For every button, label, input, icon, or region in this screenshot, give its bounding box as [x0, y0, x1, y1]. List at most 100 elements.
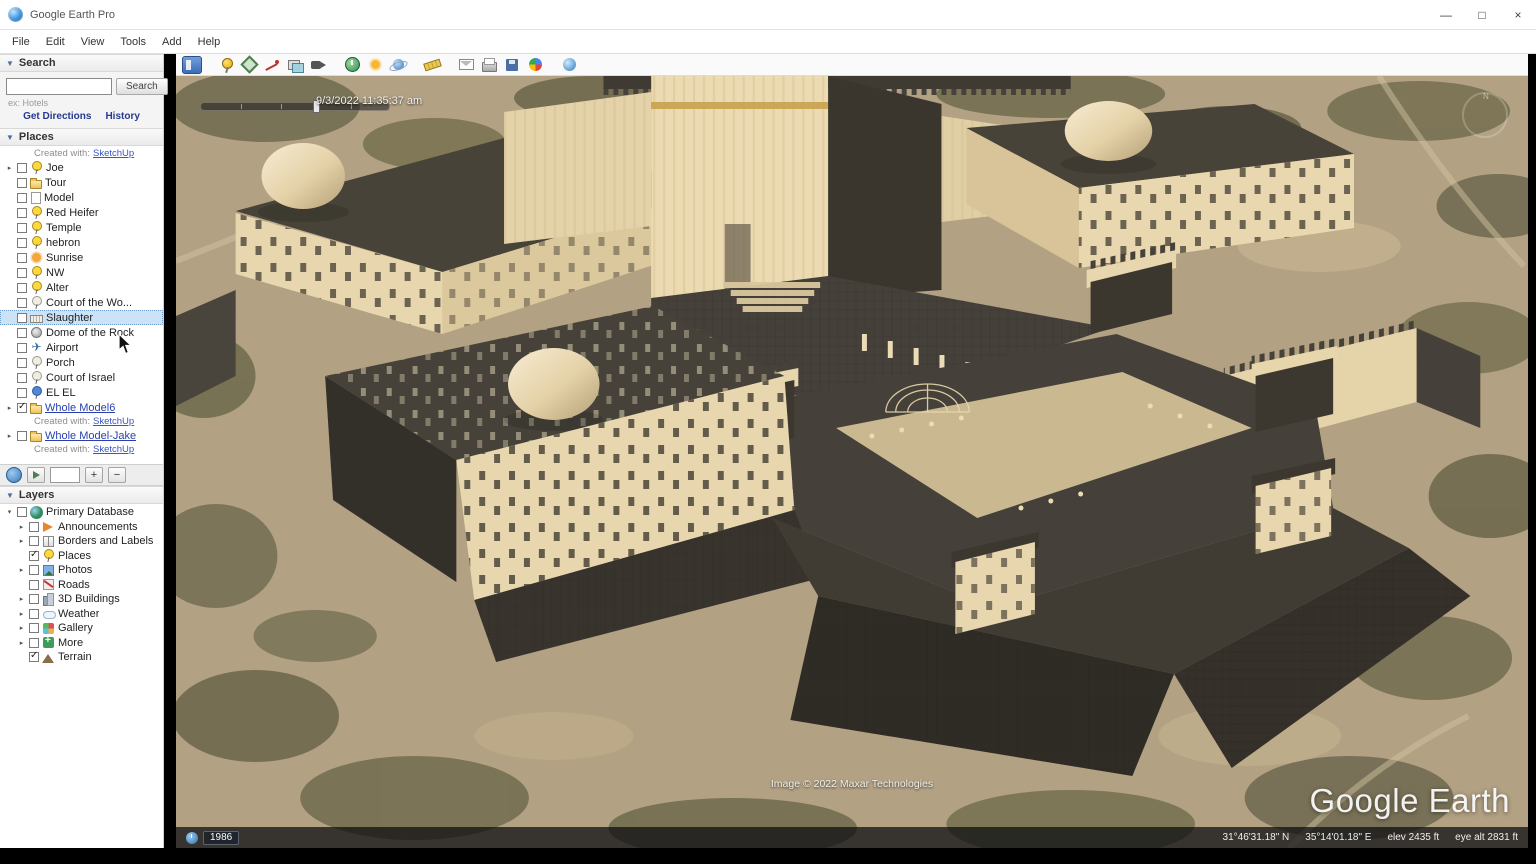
remove-content-button[interactable]: − [108, 467, 126, 483]
expander-arrow[interactable]: ▸ [17, 624, 26, 632]
tree-item-court-of-israel[interactable]: Court of Israel [0, 370, 163, 385]
item-label[interactable]: Dome of the Rock [46, 327, 134, 339]
visibility-checkbox[interactable] [17, 313, 27, 323]
places-panel-header[interactable]: ▼ Places [0, 128, 163, 146]
get-directions-link[interactable]: Get Directions [23, 111, 91, 122]
tree-item-slaughter[interactable]: Slaughter [0, 310, 163, 325]
visibility-checkbox[interactable] [17, 343, 27, 353]
item-label[interactable]: Weather [58, 608, 99, 620]
compass-control[interactable] [1462, 92, 1508, 138]
visibility-checkbox[interactable] [17, 193, 27, 203]
tree-item-whole-model6[interactable]: ▸Whole Model6 [0, 400, 163, 415]
add-polygon-icon[interactable] [239, 56, 259, 74]
visibility-checkbox[interactable] [17, 507, 27, 517]
item-label[interactable]: Places [58, 550, 91, 562]
toggle-sidebar-icon[interactable] [182, 56, 202, 74]
expander-arrow[interactable]: ▾ [5, 508, 14, 516]
print-icon[interactable] [479, 56, 499, 74]
tree-item-el-el[interactable]: EL EL [0, 385, 163, 400]
visibility-checkbox[interactable] [29, 565, 39, 575]
created-with-row[interactable]: Created with: SketchUp [0, 147, 163, 160]
item-label[interactable]: Sunrise [46, 252, 83, 264]
record-tour-icon[interactable] [308, 56, 328, 74]
visibility-checkbox[interactable] [17, 163, 27, 173]
expander-arrow[interactable]: ▸ [17, 595, 26, 603]
maximize-button[interactable]: □ [1464, 0, 1500, 30]
created-with-row[interactable]: Created with: SketchUp [0, 415, 163, 428]
expander-arrow[interactable]: ▸ [17, 639, 26, 647]
tree-item-joe[interactable]: ▸ Joe [0, 160, 163, 175]
tree-item-model[interactable]: Model [0, 190, 163, 205]
tree-item-red-heifer[interactable]: Red Heifer [0, 205, 163, 220]
tree-item-terrain[interactable]: Terrain [0, 650, 163, 665]
visibility-checkbox[interactable] [17, 238, 27, 248]
add-path-icon[interactable] [262, 56, 282, 74]
view-in-google-maps-icon[interactable] [525, 56, 545, 74]
item-label[interactable]: Slaughter [46, 312, 93, 324]
item-label[interactable]: Tour [45, 177, 66, 189]
tree-item-primary-database[interactable]: ▾Primary Database [0, 505, 163, 520]
tree-item-whole-model-jake[interactable]: ▸Whole Model-Jake [0, 428, 163, 443]
visibility-checkbox[interactable] [17, 388, 27, 398]
collapse-triangle-icon[interactable]: ▼ [6, 59, 14, 68]
menu-help[interactable]: Help [190, 33, 229, 51]
tree-item-borders-and-labels[interactable]: ▸Borders and Labels [0, 534, 163, 549]
opacity-button[interactable] [50, 467, 80, 483]
visibility-checkbox[interactable] [29, 536, 39, 546]
visibility-checkbox[interactable] [29, 580, 39, 590]
history-link[interactable]: History [105, 111, 139, 122]
visibility-checkbox[interactable] [17, 358, 27, 368]
menu-add[interactable]: Add [154, 33, 190, 51]
search-button[interactable]: Search [116, 78, 168, 95]
tree-item-dome-of-the-rock[interactable]: Dome of the Rock [0, 325, 163, 340]
menu-tools[interactable]: Tools [112, 33, 154, 51]
tree-item-more[interactable]: ▸ More [0, 636, 163, 651]
email-icon[interactable] [456, 56, 476, 74]
visibility-checkbox[interactable] [17, 373, 27, 383]
visibility-checkbox[interactable] [17, 178, 27, 188]
tree-item-weather[interactable]: ▸ Weather [0, 607, 163, 622]
sketchup-link[interactable]: SketchUp [93, 444, 134, 455]
visibility-checkbox[interactable] [29, 623, 39, 633]
menu-file[interactable]: File [4, 33, 38, 51]
item-label[interactable]: Photos [58, 564, 92, 576]
close-button[interactable]: × [1500, 0, 1536, 30]
item-label[interactable]: Porch [46, 357, 75, 369]
item-label[interactable]: More [58, 637, 83, 649]
planets-icon[interactable] [388, 56, 408, 74]
visibility-checkbox[interactable] [17, 403, 27, 413]
visibility-checkbox[interactable] [17, 208, 27, 218]
visibility-checkbox[interactable] [29, 551, 39, 561]
visibility-checkbox[interactable] [17, 223, 27, 233]
tree-item-airport[interactable]: Airport [0, 340, 163, 355]
visibility-checkbox[interactable] [17, 253, 27, 263]
item-label[interactable]: Gallery [58, 622, 93, 634]
created-with-row[interactable]: Created with: SketchUp [0, 443, 163, 456]
tree-item-temple[interactable]: Temple [0, 220, 163, 235]
sunlight-icon[interactable] [365, 56, 385, 74]
collapse-triangle-icon[interactable]: ▼ [6, 133, 14, 142]
show-earth-icon[interactable] [559, 56, 579, 74]
item-label[interactable]: hebron [46, 237, 80, 249]
expander-arrow[interactable]: ▸ [5, 432, 14, 440]
item-label[interactable]: Red Heifer [46, 207, 99, 219]
menu-view[interactable]: View [73, 33, 113, 51]
play-tour-button[interactable] [27, 467, 45, 483]
visibility-checkbox[interactable] [17, 328, 27, 338]
item-label[interactable]: Model [44, 192, 74, 204]
expander-arrow[interactable]: ▸ [5, 164, 14, 172]
item-label[interactable]: Joe [46, 162, 64, 174]
tree-item-gallery[interactable]: ▸ Gallery [0, 621, 163, 636]
tree-item-nw[interactable]: NW [0, 265, 163, 280]
tree-item-tour[interactable]: Tour [0, 175, 163, 190]
visibility-checkbox[interactable] [29, 522, 39, 532]
visibility-checkbox[interactable] [17, 283, 27, 293]
visibility-checkbox[interactable] [17, 268, 27, 278]
item-label[interactable]: Roads [58, 579, 90, 591]
item-label[interactable]: Alter [46, 282, 69, 294]
expander-arrow[interactable]: ▸ [17, 537, 26, 545]
item-label[interactable]: Airport [46, 342, 78, 354]
item-label[interactable]: EL EL [46, 387, 76, 399]
visibility-checkbox[interactable] [17, 431, 27, 441]
expander-arrow[interactable]: ▸ [17, 610, 26, 618]
